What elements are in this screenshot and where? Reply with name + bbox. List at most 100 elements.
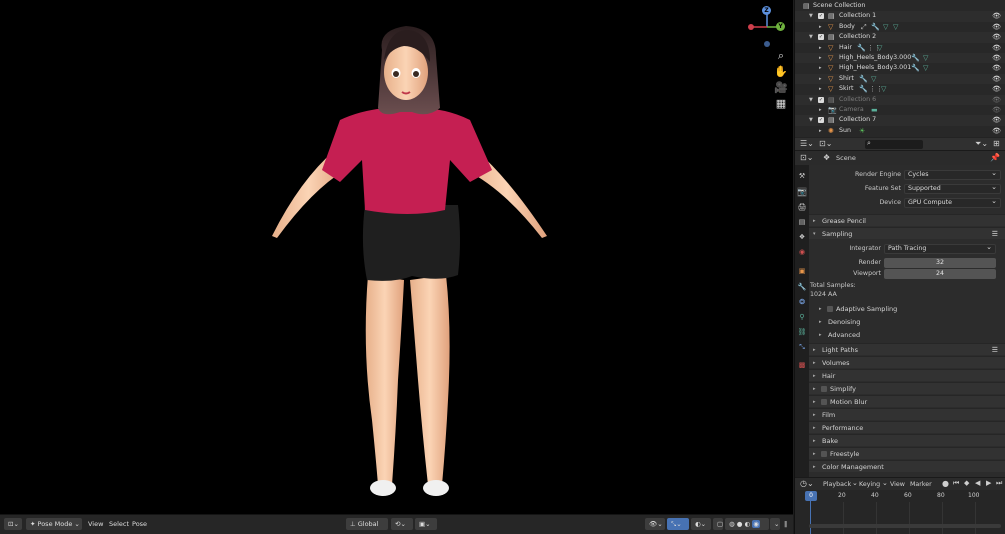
play-button[interactable]: ▶: [986, 479, 991, 487]
outliner-row-collection-6[interactable]: ▼ ✓ ▤ Collection 6 👁: [795, 94, 1005, 105]
jump-start-button[interactable]: ⏮: [953, 479, 959, 488]
outliner-row-heels-001[interactable]: ▸ ▽ High_Heels_Body3.001 🔧 ▽ 👁: [795, 63, 1005, 73]
device-dropdown[interactable]: GPU Compute: [904, 197, 1001, 208]
include-checkbox[interactable]: ✓: [818, 34, 824, 41]
panel-denoising[interactable]: ▸ Denoising: [809, 316, 1005, 328]
panel-hair[interactable]: ▸ Hair: [809, 369, 1005, 381]
outliner-row-collection-1[interactable]: ▼ ✓ ▤ Collection 1 👁: [795, 11, 1005, 22]
material-tab-icon[interactable]: ▩: [797, 360, 807, 370]
expand-arrow-icon[interactable]: ▼: [809, 95, 813, 105]
include-checkbox[interactable]: ✓: [818, 13, 824, 20]
menu-pose[interactable]: Pose: [128, 518, 151, 530]
transform-orientation-dropdown[interactable]: ⊥ Global: [346, 518, 388, 530]
eye-icon[interactable]: 👁: [992, 22, 1001, 32]
timeline[interactable]: 0 20 40 60 80 100: [795, 490, 1005, 534]
filter-dropdown[interactable]: ⊡⌄: [819, 139, 832, 148]
scene-tab-icon[interactable]: ❖: [797, 232, 807, 242]
shading-dropdown[interactable]: ⌄: [770, 518, 780, 530]
simplify-checkbox[interactable]: [821, 386, 827, 392]
eye-icon[interactable]: 👁: [992, 43, 1001, 53]
panel-adaptive-sampling[interactable]: ▸ Adaptive Sampling: [809, 303, 1005, 315]
3d-viewport[interactable]: Z Y ⌕ ✋ 🎥 ▦: [0, 0, 793, 514]
viewport-samples-field[interactable]: 24: [884, 269, 996, 279]
outliner-row-shirt[interactable]: ▸ ▽ Shirt 🔧 ▽ 👁: [795, 73, 1005, 85]
particles-tab-icon[interactable]: ❂: [797, 297, 807, 307]
feature-set-dropdown[interactable]: Supported: [904, 183, 1001, 194]
editor-type-button[interactable]: ⊡⌄: [4, 518, 22, 530]
eye-icon[interactable]: 👁: [992, 32, 1001, 42]
play-reverse-button[interactable]: ◀: [975, 479, 980, 487]
zoom-icon[interactable]: ⌕: [774, 49, 788, 63]
snap-dropdown[interactable]: ▣⌄: [415, 518, 437, 530]
panel-motion-blur[interactable]: ▸ Motion Blur: [809, 395, 1005, 407]
visibility-dropdown[interactable]: 👁⌄: [645, 518, 665, 530]
outliner-row-skirt[interactable]: ▸ ▽ Skirt 🔧 ⋮⋮ ▽ 👁: [795, 84, 1005, 94]
outliner-row-body[interactable]: ▸ ▽ Body ⤢ 🔧 ▽ ▽ 👁: [795, 22, 1005, 32]
navigation-gizmo[interactable]: Z Y: [745, 3, 789, 51]
gizmo-z-axis[interactable]: Z: [762, 6, 771, 15]
expand-arrow-icon[interactable]: ▼: [809, 11, 813, 21]
panel-sampling[interactable]: ▾ Sampling ☰: [809, 227, 1005, 239]
eye-icon[interactable]: 👁: [992, 11, 1001, 21]
include-checkbox[interactable]: ✓: [818, 96, 824, 103]
menu-playback[interactable]: Playback: [823, 481, 851, 488]
presets-menu-icon[interactable]: ☰: [992, 228, 998, 240]
gizmo-neg-z-axis[interactable]: [764, 41, 770, 47]
editor-split-icon[interactable]: ‖: [780, 518, 790, 530]
expand-arrow-icon[interactable]: ▸: [819, 22, 822, 32]
expand-arrow-icon[interactable]: ▸: [819, 43, 822, 53]
menu-view[interactable]: View: [890, 481, 905, 488]
timeline-editor-type[interactable]: ◷⌄: [800, 479, 814, 488]
panel-simplify[interactable]: ▸ Simplify: [809, 382, 1005, 394]
outliner-row-camera[interactable]: ▸ 📷 Camera ▬ 👁: [795, 105, 1005, 115]
overlay-toggle[interactable]: ◐⌄: [691, 518, 711, 530]
outliner-scene-collection[interactable]: ▤ Scene Collection: [795, 1, 1005, 11]
panel-performance[interactable]: ▸ Performance: [809, 421, 1005, 433]
panel-freestyle[interactable]: ▸ Freestyle: [809, 447, 1005, 459]
pivot-dropdown[interactable]: ⟲⌄: [391, 518, 413, 530]
eye-icon[interactable]: 👁: [992, 74, 1001, 84]
menu-keying[interactable]: Keying: [859, 481, 880, 488]
filter-icon[interactable]: ⏷⌄: [975, 139, 988, 149]
expand-arrow-icon[interactable]: ▸: [819, 126, 822, 136]
menu-marker[interactable]: Marker: [910, 481, 932, 488]
tool-tab-icon[interactable]: ⚒: [797, 171, 807, 181]
current-frame-indicator[interactable]: 0: [805, 491, 817, 501]
menu-view[interactable]: View: [84, 518, 107, 530]
constraints-tab-icon[interactable]: ⛓: [797, 327, 807, 337]
render-samples-field[interactable]: 32: [884, 258, 996, 268]
xray-toggle[interactable]: ▢: [713, 518, 723, 530]
outliner-row-collection-7[interactable]: ▼ ✓ ▤ Collection 7 👁: [795, 115, 1005, 126]
panel-light-paths[interactable]: ▸ Light Paths ☰: [809, 343, 1005, 355]
physics-tab-icon[interactable]: ⚲: [797, 312, 807, 322]
panel-grease-pencil[interactable]: ▸ Grease Pencil: [809, 214, 1005, 226]
eye-icon[interactable]: 👁: [992, 105, 1001, 115]
gizmo-y-axis[interactable]: Y: [776, 22, 785, 31]
panel-color-management[interactable]: ▸ Color Management: [809, 460, 1005, 472]
grid-icon[interactable]: ▦: [774, 97, 788, 111]
render-tab-icon[interactable]: 📷: [797, 187, 807, 197]
gizmo-toggle[interactable]: ⤡⌄: [667, 518, 689, 530]
record-button[interactable]: ●: [942, 479, 949, 488]
world-tab-icon[interactable]: ◉: [797, 247, 807, 257]
outliner-row-heels-000[interactable]: ▸ ▽ High_Heels_Body3.000 🔧 ▽ 👁: [795, 53, 1005, 64]
expand-arrow-icon[interactable]: ▼: [809, 115, 813, 125]
mode-dropdown[interactable]: ✦ Pose Mode ⌄: [26, 518, 82, 530]
expand-arrow-icon[interactable]: ▸: [819, 84, 822, 94]
eye-icon[interactable]: 👁: [992, 63, 1001, 73]
adaptive-sampling-checkbox[interactable]: [827, 306, 833, 312]
output-tab-icon[interactable]: 🖨: [797, 202, 807, 212]
expand-arrow-icon[interactable]: ▸: [819, 53, 822, 63]
freestyle-checkbox[interactable]: [821, 451, 827, 457]
expand-arrow-icon[interactable]: ▸: [819, 63, 822, 73]
outliner-row-collection-2[interactable]: ▼ ✓ ▤ Collection 2 👁: [795, 32, 1005, 43]
search-input[interactable]: ⌕: [865, 139, 923, 149]
pan-hand-icon[interactable]: ✋: [774, 65, 788, 79]
new-collection-icon[interactable]: ⊞: [993, 139, 1000, 148]
panel-film[interactable]: ▸ Film: [809, 408, 1005, 420]
panel-volumes[interactable]: ▸ Volumes: [809, 356, 1005, 368]
outliner-row-sun[interactable]: ▸ ✺ Sun ☀ 👁: [795, 126, 1005, 136]
properties-editor-type[interactable]: ⊡⌄: [800, 153, 813, 162]
keyframe-prev-button[interactable]: ◆: [964, 479, 969, 487]
render-engine-dropdown[interactable]: Cycles: [904, 169, 1001, 180]
